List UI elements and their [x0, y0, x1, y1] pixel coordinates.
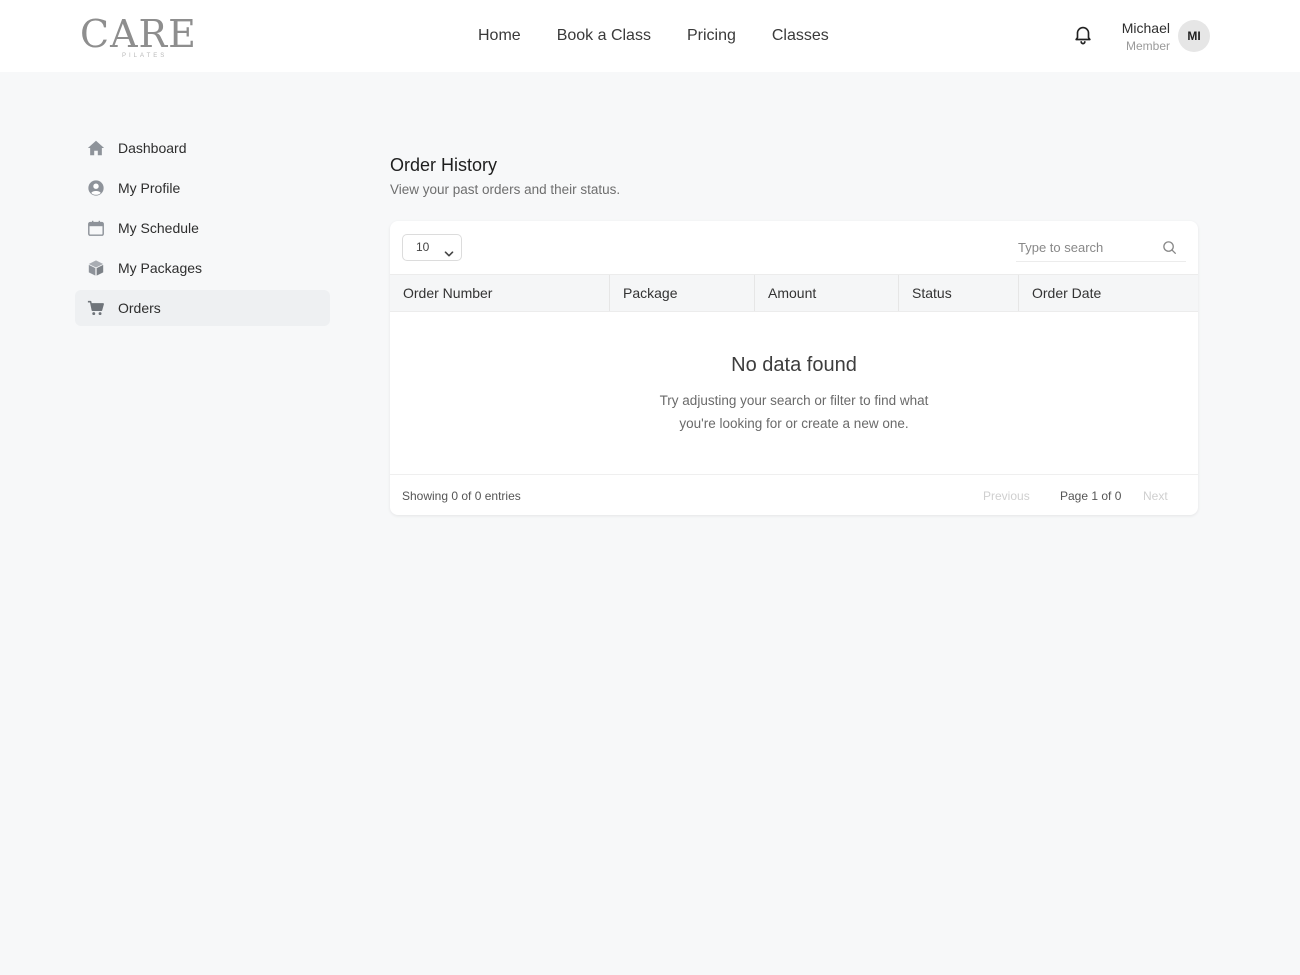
- sidebar-item-label: Dashboard: [118, 140, 187, 156]
- entries-count: Showing 0 of 0 entries: [402, 489, 521, 503]
- sidebar-item-label: My Schedule: [118, 220, 199, 236]
- column-header-status[interactable]: Status: [899, 275, 1019, 311]
- search-input[interactable]: [1016, 233, 1156, 262]
- page-size-select[interactable]: 10: [402, 234, 462, 261]
- table-footer: Showing 0 of 0 entries Previous Page 1 o…: [390, 474, 1198, 515]
- top-navbar: CARE PILATES Home Book a Class Pricing C…: [0, 0, 1300, 72]
- search-box: [1016, 233, 1186, 262]
- brand-logo[interactable]: CARE PILATES: [80, 12, 204, 62]
- sidebar: Dashboard My Profile My Schedule My Pack…: [75, 130, 330, 330]
- bell-icon[interactable]: [1072, 23, 1094, 45]
- user-circle-icon: [87, 179, 105, 197]
- previous-page-button[interactable]: Previous: [983, 489, 1030, 503]
- orders-table-card: 10 Order Number Package Amount Status Or…: [390, 221, 1198, 515]
- sidebar-item-my-packages[interactable]: My Packages: [75, 250, 330, 286]
- user-name[interactable]: Michael: [1100, 20, 1170, 36]
- nav-pricing-link[interactable]: Pricing: [687, 24, 736, 48]
- sidebar-item-orders[interactable]: Orders: [75, 290, 330, 326]
- page-subtitle: View your past orders and their status.: [390, 182, 621, 197]
- column-header-order-number[interactable]: Order Number: [390, 275, 610, 311]
- avatar[interactable]: MI: [1178, 20, 1210, 52]
- page-indicator: Page 1 of 0: [1060, 489, 1122, 503]
- chevron-down-icon: [444, 243, 454, 257]
- sidebar-item-dashboard[interactable]: Dashboard: [75, 130, 330, 166]
- empty-state-message: Try adjusting your search or filter to f…: [659, 393, 929, 431]
- logo-text: CARE: [80, 12, 197, 56]
- table-header: Order Number Package Amount Status Order…: [390, 274, 1198, 312]
- page-title: Order History: [390, 155, 498, 175]
- column-header-order-date[interactable]: Order Date: [1019, 275, 1198, 311]
- sidebar-item-label: Orders: [118, 300, 161, 316]
- sidebar-item-label: My Packages: [118, 260, 203, 276]
- home-icon: [87, 139, 105, 157]
- page-size-value: 10: [416, 240, 430, 254]
- search-icon[interactable]: [1162, 240, 1177, 255]
- cart-icon: [87, 299, 105, 317]
- column-header-amount[interactable]: Amount: [755, 275, 899, 311]
- package-icon: [87, 259, 105, 277]
- nav-book-a-class-link[interactable]: Book a Class: [557, 24, 651, 48]
- sidebar-item-my-schedule[interactable]: My Schedule: [75, 210, 330, 246]
- nav-classes-link[interactable]: Classes: [772, 24, 829, 48]
- sidebar-item-my-profile[interactable]: My Profile: [75, 170, 330, 206]
- empty-state-title: No data found: [731, 354, 857, 376]
- nav-home-link[interactable]: Home: [478, 24, 521, 48]
- sidebar-item-label: My Profile: [118, 180, 181, 196]
- main-nav: Home Book a Class Pricing Classes: [478, 24, 865, 48]
- calendar-icon: [87, 219, 105, 237]
- column-header-package[interactable]: Package: [610, 275, 755, 311]
- logo-subtext: PILATES: [122, 53, 168, 59]
- user-role: Member: [1125, 39, 1170, 53]
- next-page-button[interactable]: Next: [1143, 489, 1168, 503]
